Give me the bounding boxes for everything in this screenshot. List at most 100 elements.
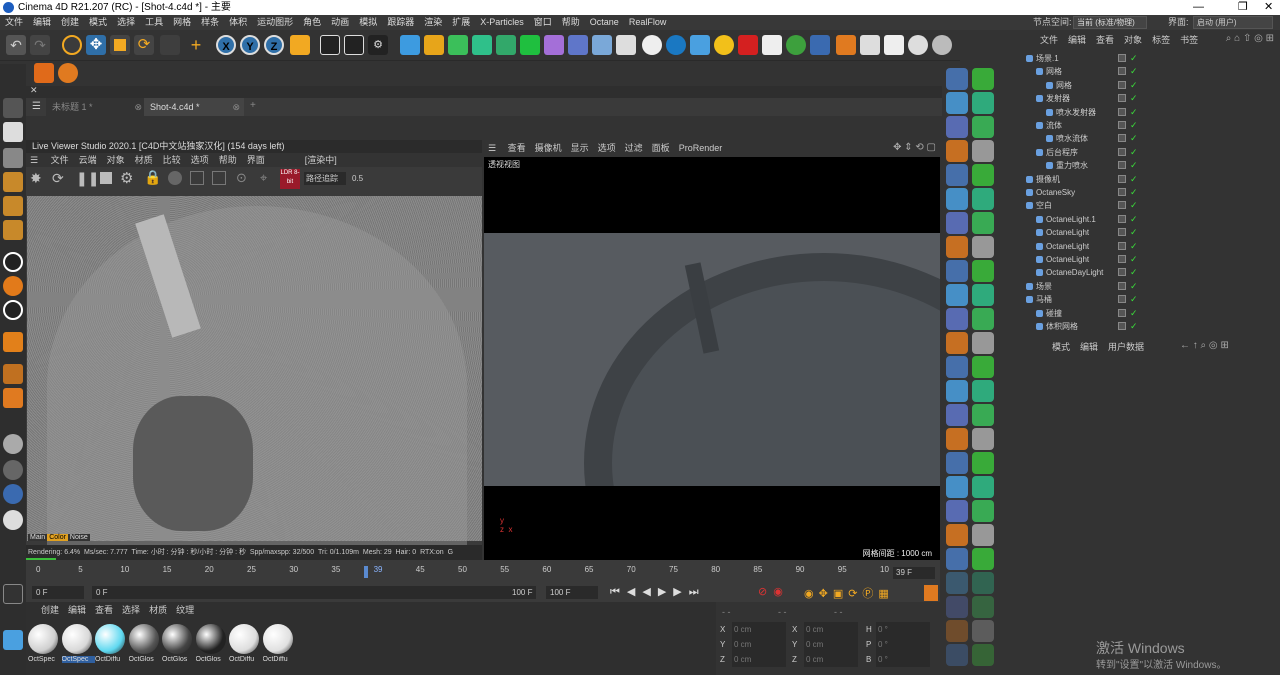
lv-menu-item-1[interactable]: 云端 (79, 155, 97, 165)
enabled-check-icon[interactable]: ✓ (1130, 52, 1138, 65)
viewport-menu-item-0[interactable]: 查看 (508, 143, 526, 153)
visibility-checkbox[interactable] (1118, 201, 1126, 210)
enabled-check-icon[interactable]: ✓ (1130, 119, 1138, 132)
render-settings-icon[interactable]: ⚙ (368, 35, 388, 55)
workplane-icon[interactable] (3, 148, 23, 168)
object-label[interactable]: 流体 (1046, 119, 1062, 132)
visibility-checkbox[interactable] (1118, 80, 1126, 89)
workplane-snap-icon[interactable] (3, 276, 23, 296)
menu-item-6[interactable]: 网格 (168, 15, 196, 30)
enabled-check-icon[interactable]: ✓ (1130, 106, 1138, 119)
object-row[interactable]: OctaneLight.1 ✓ (1022, 213, 1272, 226)
x-axis-icon[interactable]: X (216, 35, 236, 55)
enabled-check-icon[interactable]: ✓ (1130, 266, 1138, 279)
shading-icon[interactable] (3, 460, 23, 480)
enabled-check-icon[interactable]: ✓ (1130, 173, 1138, 186)
enabled-check-icon[interactable]: ✓ (1130, 240, 1138, 253)
material-menu-item-4[interactable]: 材质 (149, 605, 167, 615)
object-row[interactable]: OctaneLight ✓ (1022, 226, 1272, 239)
menu-item-5[interactable]: 工具 (140, 15, 168, 30)
object-label[interactable]: 网格 (1046, 65, 1062, 78)
lv-pause-icon[interactable]: ❚❚ (76, 170, 99, 187)
material-label[interactable]: OctSpec (61, 656, 95, 663)
visibility-checkbox[interactable] (1118, 241, 1126, 250)
coord-field[interactable]: 0 ° (876, 637, 930, 652)
coord-field[interactable]: 0 cm (804, 652, 858, 667)
object-tool-icon[interactable] (972, 548, 994, 570)
object-tool-icon[interactable] (946, 596, 968, 618)
lv-region-icon[interactable] (190, 171, 204, 185)
lv-star-icon[interactable]: ✸ (30, 170, 42, 187)
object-label[interactable]: 马桶 (1036, 293, 1052, 306)
material-label[interactable]: OctDiffu (263, 656, 296, 663)
timeline-layout-icon[interactable] (924, 585, 938, 601)
visibility-checkbox[interactable] (1118, 295, 1126, 304)
visibility-checkbox[interactable] (1118, 161, 1126, 170)
visibility-checkbox[interactable] (1118, 281, 1126, 290)
material-label[interactable]: OctGlos (162, 656, 195, 663)
viewport-menu-item-3[interactable]: 选项 (598, 143, 616, 153)
octane-live-viewer-icon[interactable] (666, 35, 686, 55)
object-row[interactable]: 摄像机 ✓ (1022, 173, 1272, 186)
object-label[interactable]: 场景 (1036, 280, 1052, 293)
object-menu-item-2[interactable]: 查看 (1096, 35, 1114, 45)
checker-icon[interactable] (3, 364, 23, 384)
material-menu-item-1[interactable]: 编辑 (68, 605, 86, 615)
object-tool-icon[interactable] (972, 428, 994, 450)
y-axis-icon[interactable]: Y (240, 35, 260, 55)
material-menu-item-3[interactable]: 选择 (122, 605, 140, 615)
object-tool-icon[interactable] (972, 164, 994, 186)
visibility-checkbox[interactable] (1118, 67, 1126, 76)
object-tool-icon[interactable] (972, 332, 994, 354)
close-panel-icon[interactable]: ✕ (30, 85, 38, 96)
visibility-checkbox[interactable] (1118, 174, 1126, 183)
viewport-nav-icons[interactable]: ✥ ⇕ ⟲ ▢ (893, 142, 936, 153)
lv-menu-item-5[interactable]: 选项 (191, 155, 209, 165)
menu-item-1[interactable]: 编辑 (28, 15, 56, 30)
viewport-menu-item-5[interactable]: 面板 (652, 143, 670, 153)
object-tool-icon[interactable] (972, 572, 994, 594)
visibility-checkbox[interactable] (1118, 322, 1126, 330)
points-mode-icon[interactable] (3, 172, 23, 192)
blend-icon[interactable] (3, 584, 23, 604)
object-row[interactable]: 发射器 ✓ (1022, 92, 1272, 105)
add-tab-button[interactable]: + (250, 100, 256, 111)
visibility-checkbox[interactable] (1118, 308, 1126, 317)
material-preview[interactable] (61, 624, 92, 654)
octane-texture-icon[interactable] (908, 35, 928, 55)
coord-field[interactable]: 0 cm (804, 622, 858, 637)
enabled-check-icon[interactable]: ✓ (1130, 65, 1138, 78)
coordinate-icon[interactable]: + (186, 35, 206, 55)
deformer-icon[interactable] (544, 35, 564, 55)
menu-item-11[interactable]: 动画 (326, 15, 354, 30)
object-menu-item-4[interactable]: 标签 (1152, 35, 1170, 45)
timeline-playhead[interactable] (364, 566, 368, 578)
lv-menu-item-7[interactable]: 界面 (247, 155, 265, 165)
menu-item-8[interactable]: 体积 (224, 15, 252, 30)
sphere-tool-icon[interactable] (3, 434, 23, 454)
object-row[interactable]: 网格 ✓ (1022, 65, 1272, 78)
material-label[interactable]: OctDiffu (229, 656, 262, 663)
material-label[interactable]: OctGlos (196, 656, 229, 663)
object-tool-icon[interactable] (946, 332, 968, 354)
object-row[interactable]: 场景 ✓ (1022, 280, 1272, 293)
object-tool-icon[interactable] (946, 476, 968, 498)
object-tool-icon[interactable] (946, 116, 968, 138)
material-preview[interactable] (195, 624, 226, 654)
subdivision-icon[interactable] (448, 35, 468, 55)
preview-start-field[interactable]: 0 F (92, 586, 536, 599)
object-tool-icon[interactable] (972, 524, 994, 546)
menu-item-4[interactable]: 选择 (112, 15, 140, 30)
object-menu-item-1[interactable]: 编辑 (1068, 35, 1086, 45)
object-label[interactable]: OctaneLight.1 (1046, 213, 1096, 226)
object-row[interactable]: 后台程序 ✓ (1022, 146, 1272, 159)
material-preview[interactable] (162, 624, 192, 654)
object-menu-item-0[interactable]: 文件 (1040, 35, 1058, 45)
lv-settings-icon[interactable]: ⚙ (120, 169, 133, 187)
menu-item-9[interactable]: 运动图形 (252, 15, 298, 30)
visibility-checkbox[interactable] (1118, 134, 1126, 143)
render-view-icon[interactable] (320, 35, 340, 55)
lv-clay-icon[interactable] (212, 171, 226, 185)
object-tool-icon[interactable] (972, 596, 994, 618)
lv-menu-item-4[interactable]: 比较 (163, 155, 181, 165)
